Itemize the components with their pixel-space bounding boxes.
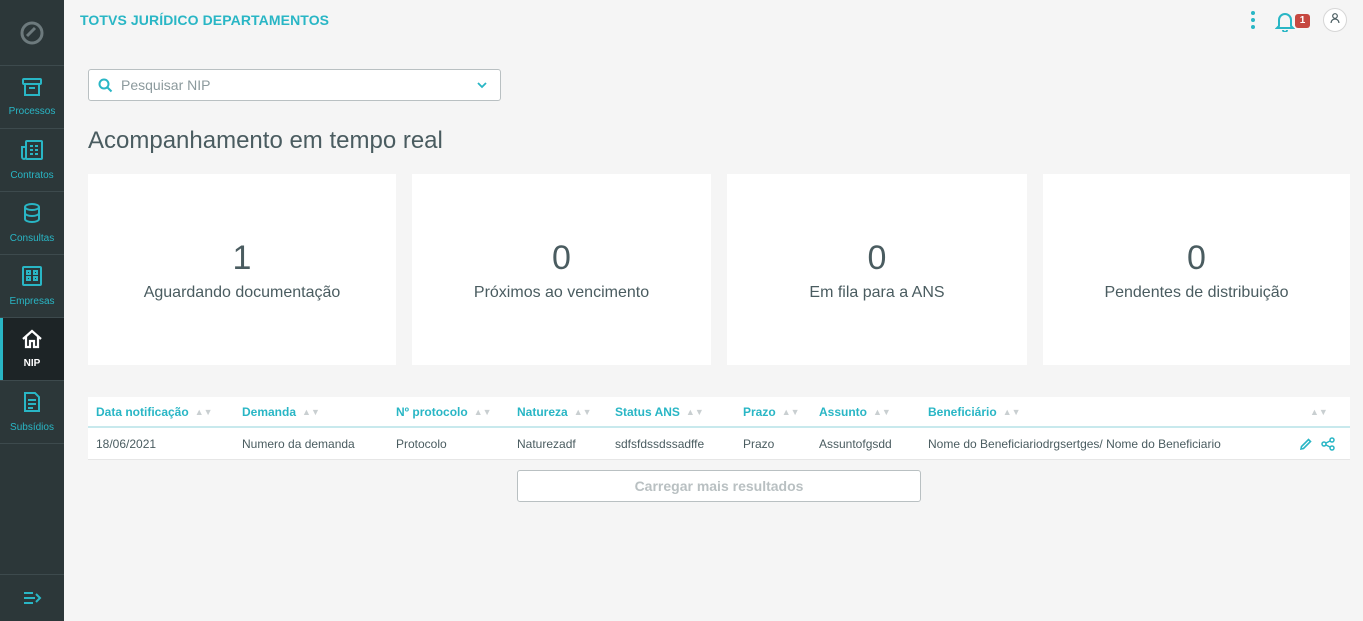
sort-icon: ▲▼ bbox=[781, 407, 800, 417]
cell-demanda: Numero da demanda bbox=[242, 437, 355, 451]
menu-expand-icon[interactable] bbox=[0, 574, 64, 621]
sort-icon: ▲▼ bbox=[194, 407, 213, 417]
edit-icon[interactable] bbox=[1298, 436, 1314, 452]
sort-icon: ▲▼ bbox=[302, 407, 320, 417]
notification-badge: 1 bbox=[1295, 14, 1310, 28]
cell-assunto: Assuntofgsdd bbox=[819, 437, 892, 451]
home-icon bbox=[21, 329, 43, 354]
cell-protocolo: Protocolo bbox=[396, 437, 447, 451]
column-header-status-ans[interactable]: Status ANS ▲▼ bbox=[615, 397, 704, 428]
sidebar-item-label: Subsídios bbox=[10, 422, 54, 433]
sidebar-item-label: Empresas bbox=[9, 296, 55, 307]
widget-em-fila-para-ans[interactable]: 0 Em fila para a ANS bbox=[727, 174, 1027, 365]
share-icon[interactable] bbox=[1320, 436, 1336, 452]
sidebar-item-empresas[interactable]: Empresas bbox=[0, 255, 64, 318]
sort-icon: ▲▼ bbox=[873, 407, 891, 417]
sidebar: Processos Contratos Consultas Empresas N… bbox=[0, 0, 64, 621]
user-avatar[interactable] bbox=[1323, 8, 1347, 32]
widget-value: 0 bbox=[552, 239, 571, 277]
sidebar-item-processos[interactable]: Processos bbox=[0, 66, 64, 129]
totvs-logo-icon[interactable] bbox=[0, 0, 64, 66]
table-row[interactable]: 18/06/2021 Numero da demanda Protocolo N… bbox=[88, 428, 1350, 460]
sidebar-item-label: Processos bbox=[8, 106, 56, 117]
widget-label: Próximos ao vencimento bbox=[473, 284, 650, 301]
cell-beneficiario: Nome do Beneficiariodrgsertges/ Nome do … bbox=[928, 437, 1221, 451]
cell-status-ans: sdfsfdssdssadffe bbox=[615, 437, 705, 451]
column-header-protocolo[interactable]: Nº protocolo ▲▼ bbox=[396, 397, 492, 428]
sidebar-item-contratos[interactable]: Contratos bbox=[0, 129, 64, 192]
column-header-assunto[interactable]: Assunto ▲▼ bbox=[819, 397, 891, 428]
column-header-data-notificacao[interactable]: Data notificação ▲▼ bbox=[96, 397, 213, 428]
sidebar-item-label: NIP bbox=[23, 358, 41, 369]
sort-icon: ▲▼ bbox=[685, 407, 704, 417]
widget-value: 0 bbox=[867, 239, 887, 277]
widget-aguardando-documentacao[interactable]: 1 Aguardando documentação bbox=[88, 174, 396, 365]
column-header-beneficiario[interactable]: Beneficiário ▲▼ bbox=[928, 397, 1021, 428]
table-header: Data notificação ▲▼ Demanda ▲▼ Nº protocol… bbox=[88, 397, 1350, 428]
sort-icon: ▲▼ bbox=[573, 407, 592, 417]
document-icon bbox=[23, 391, 41, 418]
column-header-natureza[interactable]: Natureza ▲▼ bbox=[517, 397, 592, 428]
widget-label: Aguardando documentação bbox=[143, 284, 341, 301]
user-icon bbox=[1329, 11, 1341, 29]
search-input[interactable] bbox=[121, 70, 464, 100]
more-options-icon[interactable] bbox=[1245, 8, 1261, 32]
archive-icon bbox=[21, 77, 43, 102]
sort-icon: ▲▼ bbox=[1002, 407, 1021, 417]
page-title: Acompanhamento em tempo real bbox=[88, 127, 443, 154]
app-title: TOTVS JURÍDICO DEPARTAMENTOS bbox=[80, 12, 330, 28]
database-icon bbox=[22, 202, 42, 229]
widget-pendentes-de-distribuicao[interactable]: 0 Pendentes de distribuição bbox=[1043, 174, 1350, 365]
column-header-prazo[interactable]: Prazo ▲▼ bbox=[743, 397, 800, 428]
sort-icon: ▲▼ bbox=[1310, 407, 1328, 417]
sidebar-item-label: Contratos bbox=[10, 170, 54, 181]
cell-natureza: Naturezadf bbox=[517, 437, 576, 451]
column-header-demanda[interactable]: Demanda ▲▼ bbox=[242, 397, 320, 428]
notifications-button[interactable]: 1 bbox=[1274, 8, 1311, 33]
document-list-icon bbox=[20, 139, 44, 166]
top-header: TOTVS JURÍDICO DEPARTAMENTOS 1 bbox=[64, 0, 1363, 40]
sidebar-item-label: Consultas bbox=[9, 233, 55, 244]
widget-label: Em fila para a ANS bbox=[809, 284, 945, 301]
widget-proximos-ao-vencimento[interactable]: 0 Próximos ao vencimento bbox=[412, 174, 711, 365]
bell-icon bbox=[1274, 10, 1296, 37]
nip-search-combo[interactable] bbox=[88, 69, 501, 101]
cell-prazo: Prazo bbox=[743, 437, 775, 451]
sidebar-item-subsidios[interactable]: Subsídios bbox=[0, 381, 64, 444]
search-icon bbox=[89, 78, 121, 93]
sidebar-item-nip[interactable]: NIP bbox=[0, 318, 64, 381]
load-more-button[interactable]: Carregar mais resultados bbox=[517, 470, 921, 502]
widget-label: Pendentes de distribuição bbox=[1104, 284, 1289, 301]
sort-icon: ▲▼ bbox=[473, 407, 492, 417]
sidebar-item-consultas[interactable]: Consultas bbox=[0, 192, 64, 255]
column-header-actions[interactable]: ▲▼ bbox=[1304, 397, 1328, 428]
cell-data-notificacao: 18/06/2021 bbox=[96, 437, 157, 451]
widget-value: 1 bbox=[232, 239, 252, 277]
building-icon bbox=[21, 265, 43, 292]
nip-table: Data notificação ▲▼ Demanda ▲▼ Nº protocol… bbox=[88, 397, 1350, 460]
chevron-down-icon[interactable] bbox=[464, 81, 500, 89]
widget-value: 0 bbox=[1187, 239, 1206, 277]
